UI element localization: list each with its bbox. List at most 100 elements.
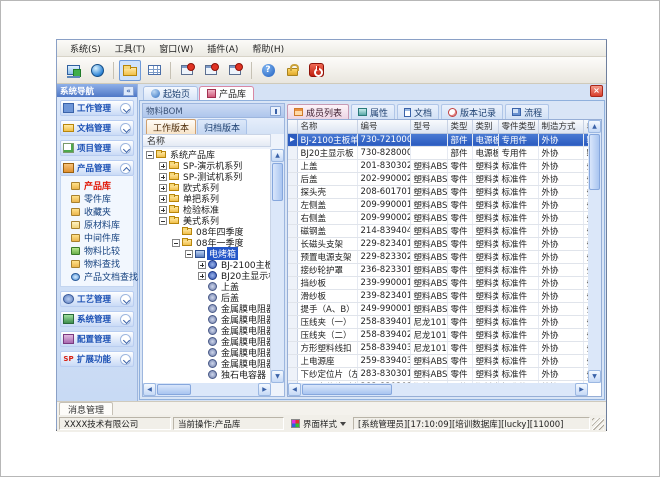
cell-number[interactable]: 229-823401-00I <box>357 237 410 250</box>
cell-number[interactable]: 258-839401-00I <box>357 315 410 328</box>
cell-part-type[interactable]: 标准件 <box>498 302 538 315</box>
window-close-icon[interactable] <box>224 60 246 81</box>
scroll-down-icon[interactable]: ▼ <box>588 370 601 383</box>
cell-number[interactable]: 259-839403-00I <box>357 354 410 367</box>
grid-report-icon[interactable] <box>143 60 165 81</box>
scroll-up-icon[interactable]: ▲ <box>271 149 284 162</box>
menu-item[interactable]: 工具(T) <box>108 40 153 57</box>
cell-category[interactable]: 塑料类 <box>472 354 498 367</box>
scroll-left-icon[interactable]: ◀ <box>143 383 156 396</box>
cell-model[interactable]: 塑料ABS <box>410 159 447 172</box>
sidebar-item[interactable]: 产品文档查找 <box>71 270 133 283</box>
column-header[interactable]: 制造方式 <box>538 120 583 133</box>
cell-category[interactable]: 塑料类 <box>472 211 498 224</box>
tree-expander-icon[interactable] <box>159 184 167 192</box>
cell-type[interactable]: 零件 <box>447 237 472 250</box>
cell-model[interactable]: 塑料ABS <box>410 367 447 380</box>
detail-tab[interactable]: 流程 <box>505 104 549 119</box>
cell-number[interactable]: 258-839402-00I <box>357 328 410 341</box>
cell-make-method[interactable]: 外协 <box>538 146 583 159</box>
cell-part-type[interactable]: 标准件 <box>498 250 538 263</box>
cell-part-type[interactable]: 标准件 <box>498 224 538 237</box>
chevron-down-icon[interactable] <box>120 103 131 114</box>
chevron-down-icon[interactable] <box>120 354 131 365</box>
cell-number[interactable]: 236-823301-00I <box>357 263 410 276</box>
cell-name[interactable]: 方形塑料线扣 <box>297 341 357 354</box>
cell-number[interactable]: 201-830302-00I <box>357 159 410 172</box>
sidebar-group-header[interactable]: 工艺管理 <box>60 291 134 307</box>
cell-type[interactable]: 零件 <box>447 211 472 224</box>
cell-number[interactable]: 229-823302-00I <box>357 250 410 263</box>
cell-make-method[interactable]: 外协 <box>538 198 583 211</box>
tree-node[interactable]: 上盖 <box>143 281 270 292</box>
cell-part-type[interactable]: 专用件 <box>498 146 538 159</box>
table-row[interactable]: 压线夹（一） 258-839401-00I 尼龙1010 零件 塑料类 标准件 … <box>288 315 588 328</box>
cell-make-method[interactable]: 外协 <box>538 315 583 328</box>
version-tab[interactable]: 工作版本 <box>146 119 196 134</box>
cell-part-type[interactable]: 标准件 <box>498 159 538 172</box>
cell-part-type[interactable]: 标准件 <box>498 237 538 250</box>
table-row[interactable]: 下纱定位片（左） 283-830301-00I 塑料ABS 零件 塑料类 标准件… <box>288 367 588 380</box>
cell-number[interactable]: 730-721000-12I <box>357 133 410 146</box>
sidebar-item[interactable]: 收藏夹 <box>71 205 133 218</box>
chevron-down-icon[interactable] <box>120 334 131 345</box>
cell-number[interactable]: 202-990002-01I <box>357 172 410 185</box>
scrollbar-thumb[interactable] <box>589 134 600 190</box>
cell-type[interactable]: 零件 <box>447 250 472 263</box>
cell-make-method[interactable]: 外协 <box>538 263 583 276</box>
cell-model[interactable]: 塑料ABS <box>410 224 447 237</box>
chevron-up-icon[interactable] <box>120 163 131 174</box>
cell-number[interactable]: 239-823401-00I <box>357 289 410 302</box>
sidebar-item[interactable]: 产品库 <box>71 179 133 192</box>
table-row[interactable]: 右侧盖 209-990002-01I 塑料ABS 零件 塑料类 标准件 外协 条 <box>288 211 588 224</box>
cell-category[interactable]: 塑料类 <box>472 276 498 289</box>
tree-node[interactable]: 独石电容器 <box>143 369 270 380</box>
cell-part-type[interactable]: 标准件 <box>498 289 538 302</box>
cell-number[interactable]: 258-839403-00I <box>357 341 410 354</box>
cell-model[interactable]: 塑料ABS <box>410 237 447 250</box>
cell-category[interactable]: 电源板 <box>472 146 498 159</box>
cell-name[interactable]: 后盖 <box>297 172 357 185</box>
column-header[interactable]: 零件类型 <box>498 120 538 133</box>
scroll-right-icon[interactable]: ▶ <box>575 383 588 396</box>
cell-number[interactable]: 209-990001-01I <box>357 198 410 211</box>
cell-part-type[interactable]: 标准件 <box>498 315 538 328</box>
grid-vertical-scrollbar[interactable]: ▲ ▼ <box>588 120 601 383</box>
sidebar-group-header-product[interactable]: 产品管理 <box>60 160 134 176</box>
cell-number[interactable]: 249-990001-01I <box>357 302 410 315</box>
monitor-icon[interactable] <box>62 60 84 81</box>
cell-number[interactable]: 214-839404-01I <box>357 224 410 237</box>
cell-model[interactable]: 塑料ABS <box>410 302 447 315</box>
cell-model[interactable]: 塑料ABS <box>410 289 447 302</box>
close-icon[interactable]: × <box>590 85 603 97</box>
scrollbar-thumb[interactable] <box>302 384 392 395</box>
detail-tab[interactable]: 属性 <box>351 104 395 119</box>
cell-part-type[interactable]: 标准件 <box>498 198 538 211</box>
cell-part-type[interactable]: 标准件 <box>498 328 538 341</box>
document-tab[interactable]: 产品库 <box>199 86 254 100</box>
cell-number[interactable]: 730-828000-04I <box>357 146 410 159</box>
cell-name[interactable]: 下纱定位片（左） <box>297 367 357 380</box>
cell-model[interactable] <box>410 146 447 159</box>
cell-model[interactable]: 尼龙1010 <box>410 315 447 328</box>
table-row[interactable]: ▶ BJ-2100主板单点 730-721000-12I 部件 电源板 专用件 … <box>288 133 588 146</box>
table-row[interactable]: 后盖 202-990002-01I 塑料ABS 零件 塑料类 标准件 外协 条 <box>288 172 588 185</box>
tree-horizontal-scrollbar[interactable]: ◀ ▶ <box>143 383 271 396</box>
tree-expander-icon[interactable] <box>159 217 167 225</box>
menu-item[interactable]: 帮助(H) <box>245 40 291 57</box>
cell-name[interactable]: 预置电源支架 <box>297 250 357 263</box>
globe-icon[interactable] <box>86 60 108 81</box>
cell-name[interactable]: 接纱轮护罩 <box>297 263 357 276</box>
cell-part-type[interactable]: 标准件 <box>498 276 538 289</box>
cell-number[interactable]: 209-990002-01I <box>357 211 410 224</box>
cell-category[interactable]: 塑料类 <box>472 289 498 302</box>
chevron-down-icon[interactable] <box>120 294 131 305</box>
cell-name[interactable]: 右侧盖 <box>297 211 357 224</box>
cell-number[interactable]: 239-990001-01I <box>357 276 410 289</box>
cell-name[interactable]: 滑纱板 <box>297 289 357 302</box>
tree-expander-icon[interactable] <box>159 173 167 181</box>
tree-expander-icon[interactable] <box>198 272 206 280</box>
cell-type[interactable]: 部件 <box>447 146 472 159</box>
tree-column-header[interactable]: 名称 <box>143 134 271 147</box>
table-row[interactable]: 上盖 201-830302-00I 塑料ABS 零件 塑料类 标准件 外协 条 <box>288 159 588 172</box>
